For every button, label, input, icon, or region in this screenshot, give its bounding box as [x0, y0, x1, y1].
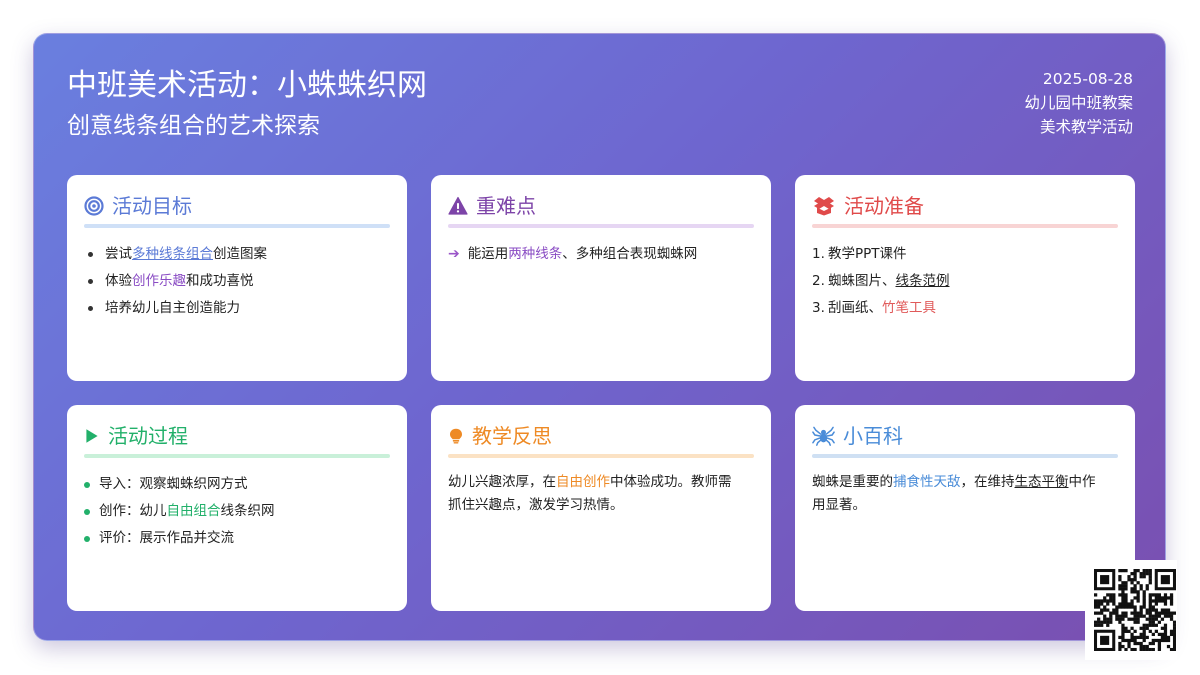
header-meta: 2025-08-28 幼儿园中班教案 美术教学活动 — [1024, 67, 1133, 139]
list-item: 培养幼儿自主创造能力 — [84, 295, 390, 322]
qr-code[interactable] — [1085, 560, 1177, 660]
card-prep-header: 活动准备 — [812, 191, 1118, 221]
list-item: 3. 刮画纸、 竹笔工具 — [812, 295, 1118, 322]
card-encyclopedia-divider — [812, 454, 1118, 458]
warning-icon — [448, 196, 468, 215]
card-process: 活动过程 导入：观察蜘蛛织网方式 创作：幼儿 自由组合 线条织网 评价：展示作品并交… — [67, 405, 407, 611]
play-icon — [86, 429, 98, 443]
card-difficulty-header: 重难点 — [448, 191, 754, 221]
spider-icon — [812, 426, 835, 446]
list-item: 2. 蜘蛛图片、 线条范例 — [812, 268, 1118, 295]
card-process-header: 活动过程 — [84, 421, 390, 451]
card-prep-divider — [812, 224, 1118, 228]
list-item: 体验 创作乐趣 和成功喜悦 — [84, 268, 390, 295]
highlight-text: 捕食性天敌 — [893, 474, 961, 490]
card-goal-divider — [84, 224, 390, 228]
card-goal: 活动目标 尝试 多种线条组合 创造图案 体验 创作乐趣 和成功喜悦 培养幼儿自主创造能力 — [67, 175, 407, 381]
list-item: 尝试 多种线条组合 创造图案 — [84, 241, 390, 268]
highlight-text: 生态平衡 — [1014, 474, 1069, 490]
card-encyclopedia-heading: 小百科 — [843, 424, 903, 448]
highlight-text: 竹笔工具 — [882, 300, 936, 316]
highlight-text: 两种线条 — [508, 246, 563, 262]
process-list: 导入：观察蜘蛛织网方式 创作：幼儿 自由组合 线条织网 评价：展示作品并交流 — [84, 471, 390, 552]
highlight-text: 线条范例 — [895, 273, 950, 289]
card-prep: 活动准备 1. 教学PPT课件 2. 蜘蛛图片、 线条范例 3. 刮画纸、 竹笔工具 — [795, 175, 1135, 381]
page-subtitle: 创意线条组合的艺术探索 — [67, 113, 320, 139]
reflection-text: 幼儿兴趣浓厚，在自由创作中体验成功。教师需 抓住兴趣点，激发学习热情。 — [448, 474, 732, 513]
list-item: 导入：观察蜘蛛织网方式 — [84, 471, 390, 498]
card-goal-heading: 活动目标 — [112, 194, 192, 218]
card-difficulty-heading: 重难点 — [476, 194, 536, 218]
card-process-heading: 活动过程 — [108, 424, 188, 448]
list-item: 1. 教学PPT课件 — [812, 246, 907, 262]
card-goal-header: 活动目标 — [84, 191, 390, 221]
list-item: 创作：幼儿 自由组合 线条织网 — [84, 498, 390, 525]
highlight-text: 自由组合 — [166, 503, 221, 519]
card-difficulty-divider — [448, 224, 754, 228]
card-reflection: 教学反思 幼儿兴趣浓厚，在自由创作中体验成功。教师需 抓住兴趣点，激发学习热情。 — [431, 405, 771, 611]
qr-code-icon — [1094, 569, 1176, 651]
list-item: ➔ 能运用 两种线条 、多种组合表现蜘蛛网 — [448, 241, 754, 268]
card-difficulty: 重难点 ➔ 能运用 两种线条 、多种组合表现蜘蛛网 — [431, 175, 771, 381]
list-item: 评价：展示作品并交流 — [84, 525, 390, 552]
slide-panel: 中班美术活动：小蛛蛛织网 创意线条组合的艺术探索 2025-08-28 幼儿园中… — [33, 33, 1166, 641]
meta-line-2: 美术教学活动 — [1039, 118, 1133, 136]
arrow-right-icon: ➔ — [448, 246, 460, 262]
card-reflection-heading: 教学反思 — [472, 424, 552, 448]
card-encyclopedia-header: 小百科 — [812, 421, 1118, 451]
prep-list: 1. 教学PPT课件 2. 蜘蛛图片、 线条范例 3. 刮画纸、 竹笔工具 — [812, 241, 1118, 322]
box-open-icon — [814, 197, 834, 216]
card-encyclopedia: 小百科 蜘蛛是重要的捕食性天敌，在维持生态平衡中作 用显著。 — [795, 405, 1135, 611]
difficulty-list: ➔ 能运用 两种线条 、多种组合表现蜘蛛网 — [448, 241, 754, 268]
card-reflection-header: 教学反思 — [448, 421, 754, 451]
goal-list: 尝试 多种线条组合 创造图案 体验 创作乐趣 和成功喜悦 培养幼儿自主创造能力 — [84, 241, 390, 322]
highlight-text: 多种线条组合 — [132, 246, 213, 262]
lightbulb-icon — [450, 428, 462, 444]
encyclopedia-text: 蜘蛛是重要的捕食性天敌，在维持生态平衡中作 用显著。 — [812, 474, 1096, 513]
page-title: 中班美术活动：小蛛蛛织网 — [67, 68, 427, 103]
date-text: 2025-08-28 — [1042, 70, 1133, 88]
highlight-text: 自由创作 — [556, 474, 610, 490]
highlight-text: 创作乐趣 — [132, 273, 186, 289]
card-process-divider — [84, 454, 390, 458]
meta-line-1: 幼儿园中班教案 — [1024, 94, 1133, 112]
card-reflection-divider — [448, 454, 754, 458]
card-prep-heading: 活动准备 — [844, 194, 924, 218]
target-icon — [84, 196, 104, 216]
